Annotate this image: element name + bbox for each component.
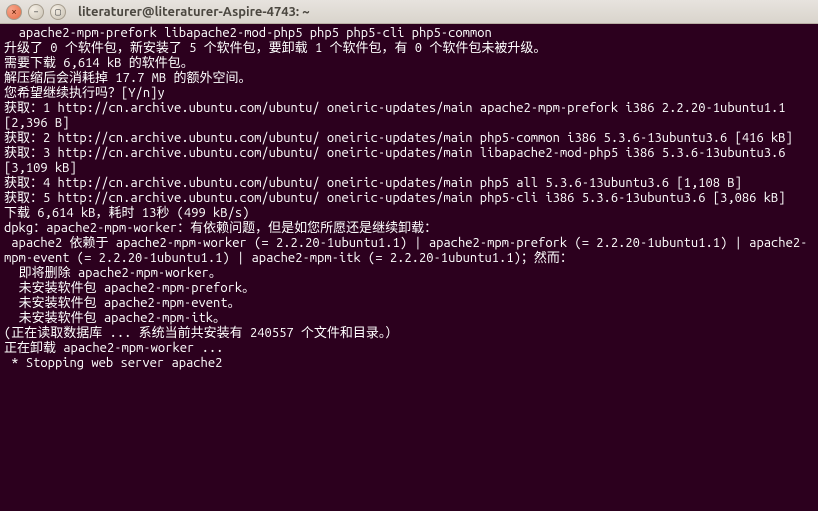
terminal-line: 获取：4 http://cn.archive.ubuntu.com/ubuntu… [4, 176, 814, 191]
terminal-line: 需要下载 6,614 kB 的软件包。 [4, 56, 814, 71]
window-title: literaturer@literaturer-Aspire-4743: ~ [78, 5, 310, 19]
terminal-line: 未安装软件包 apache2-mpm-itk。 [4, 311, 814, 326]
terminal-line: dpkg：apache2-mpm-worker：有依赖问题，但是如您所愿还是继续… [4, 221, 814, 236]
window-titlebar: × – ▢ literaturer@literaturer-Aspire-474… [0, 0, 818, 24]
terminal-line: 获取：1 http://cn.archive.ubuntu.com/ubuntu… [4, 101, 814, 131]
terminal-line: 您希望继续执行吗？[Y/n]y [4, 86, 814, 101]
terminal-line: 解压缩后会消耗掉 17.7 MB 的额外空间。 [4, 71, 814, 86]
terminal-line: 获取：3 http://cn.archive.ubuntu.com/ubuntu… [4, 146, 814, 176]
terminal-line: (正在读取数据库 ... 系统当前共安装有 240557 个文件和目录。） [4, 326, 814, 341]
terminal-line: 升级了 0 个软件包，新安装了 5 个软件包，要卸载 1 个软件包，有 0 个软… [4, 41, 814, 56]
terminal-line: 未安装软件包 apache2-mpm-event。 [4, 296, 814, 311]
terminal-line: apache2-mpm-prefork libapache2-mod-php5 … [4, 26, 814, 41]
maximize-button[interactable]: ▢ [50, 4, 66, 20]
terminal-line: 即将删除 apache2-mpm-worker。 [4, 266, 814, 281]
minimize-button[interactable]: – [28, 4, 44, 20]
terminal-line: 正在卸载 apache2-mpm-worker ... [4, 341, 814, 356]
terminal-line: 获取：2 http://cn.archive.ubuntu.com/ubuntu… [4, 131, 814, 146]
terminal-line: 获取：5 http://cn.archive.ubuntu.com/ubuntu… [4, 191, 814, 206]
terminal-line: 下载 6,614 kB，耗时 13秒 (499 kB/s) [4, 206, 814, 221]
terminal-output[interactable]: apache2-mpm-prefork libapache2-mod-php5 … [0, 24, 818, 511]
terminal-line: apache2 依赖于 apache2-mpm-worker (= 2.2.20… [4, 236, 814, 266]
close-button[interactable]: × [6, 4, 22, 20]
terminal-line: 未安装软件包 apache2-mpm-prefork。 [4, 281, 814, 296]
terminal-line: * Stopping web server apache2 [4, 356, 814, 371]
